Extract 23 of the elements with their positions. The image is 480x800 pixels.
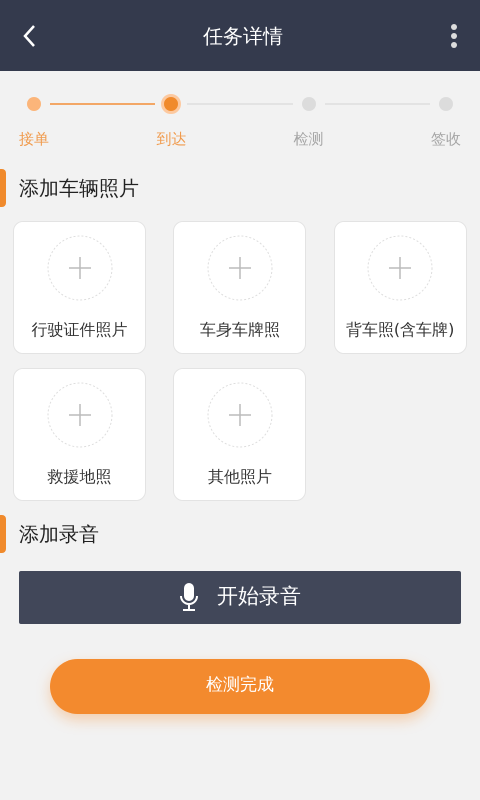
add-photo-icon bbox=[206, 382, 273, 448]
step-label: 签收 bbox=[430, 129, 461, 150]
page-title: 任务详情 bbox=[203, 22, 283, 50]
back-icon[interactable] bbox=[22, 24, 36, 48]
photo-upload-slot[interactable]: 其他照片 bbox=[173, 368, 306, 500]
photo-upload-slot[interactable]: 行驶证件照片 bbox=[13, 220, 146, 354]
step-label: 到达 bbox=[156, 129, 186, 150]
add-photo-icon bbox=[367, 234, 434, 300]
more-icon[interactable] bbox=[450, 24, 458, 48]
step-label: 接单 bbox=[19, 129, 49, 150]
add-photo-icon bbox=[46, 382, 112, 448]
section-title: 添加车辆照片 bbox=[19, 174, 139, 202]
add-photo-icon bbox=[46, 234, 112, 300]
record-button[interactable]: 开始录音 bbox=[19, 570, 461, 624]
section-marker bbox=[0, 168, 6, 206]
section-title: 添加录音 bbox=[19, 520, 99, 548]
photo-upload-slot[interactable]: 救援地照 bbox=[13, 368, 146, 500]
photo-upload-slot[interactable]: 背车照(含车牌) bbox=[334, 220, 467, 354]
step-label: 检测 bbox=[294, 129, 324, 150]
photo-upload-slot[interactable]: 车身车牌照 bbox=[173, 220, 306, 354]
add-photo-icon bbox=[206, 234, 273, 300]
section-marker bbox=[0, 514, 6, 552]
microphone-icon bbox=[179, 582, 199, 612]
